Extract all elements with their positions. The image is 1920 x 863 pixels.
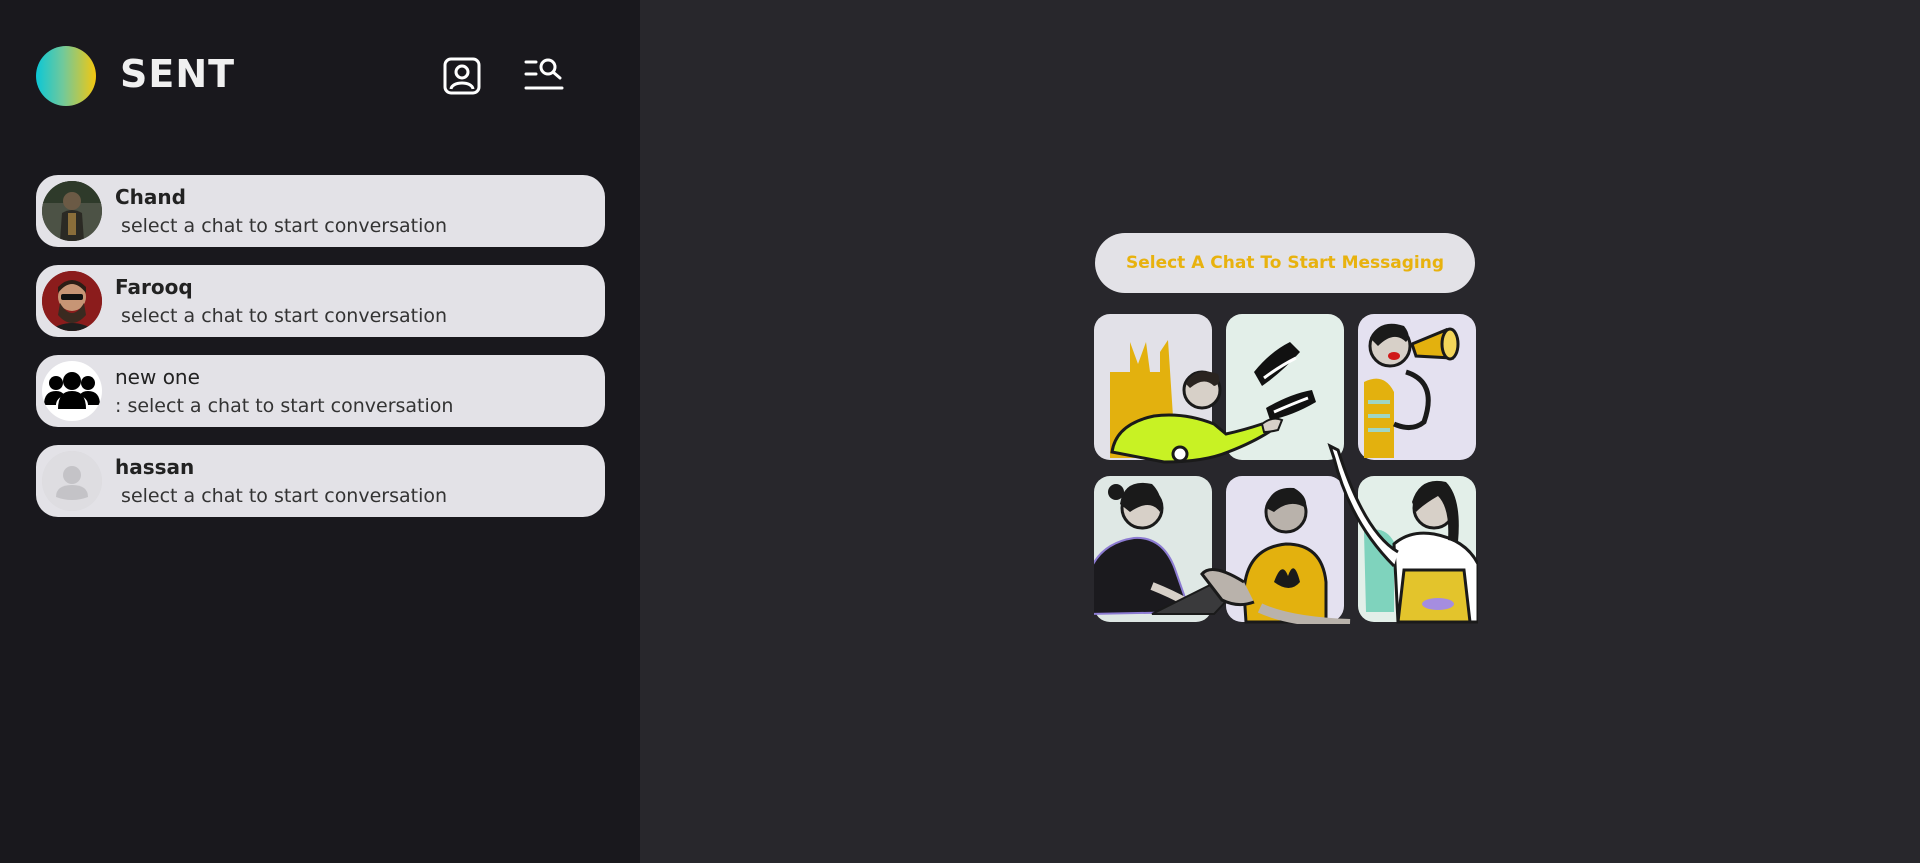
empty-state-illustration [1094, 314, 1478, 624]
chat-name: Farooq [115, 275, 193, 299]
contacts-button[interactable] [440, 54, 484, 98]
chat-last-message: select a chat to start conversation [115, 305, 448, 327]
group-icon [44, 372, 100, 409]
list-search-icon [524, 58, 564, 90]
avatar [42, 181, 102, 241]
avatar [42, 451, 102, 511]
chat-name: Chand [115, 185, 186, 209]
app-root: SENT Chand select a chat to start conver… [0, 0, 1920, 863]
contact-card-icon [443, 57, 481, 95]
chat-list: Chand select a chat to start conversatio… [36, 175, 605, 535]
empty-state-prompt: Select A Chat To Start Messaging [1095, 233, 1475, 293]
chat-name: hassan [115, 455, 195, 479]
avatar [42, 271, 102, 331]
main-panel: Select A Chat To Start Messaging [640, 0, 1920, 863]
app-name: SENT [120, 52, 236, 96]
chat-last-message: select a chat to start conversation [115, 215, 448, 237]
chat-item-farooq[interactable]: Farooq select a chat to start conversati… [36, 265, 605, 337]
chat-item-hassan[interactable]: hassan select a chat to start conversati… [36, 445, 605, 517]
search-chats-button[interactable] [522, 54, 566, 98]
avatar [42, 361, 102, 421]
chat-item-new-one[interactable]: new one : select a chat to start convers… [36, 355, 605, 427]
chat-name: new one [115, 365, 200, 389]
sidebar-header: SENT [0, 0, 640, 150]
default-user-icon [42, 451, 102, 511]
chat-last-message: : select a chat to start conversation [115, 395, 454, 417]
sidebar: SENT Chand select a chat to start conver… [0, 0, 640, 863]
chat-last-message: select a chat to start conversation [115, 485, 448, 507]
chat-item-chand[interactable]: Chand select a chat to start conversatio… [36, 175, 605, 247]
app-logo [36, 46, 96, 106]
